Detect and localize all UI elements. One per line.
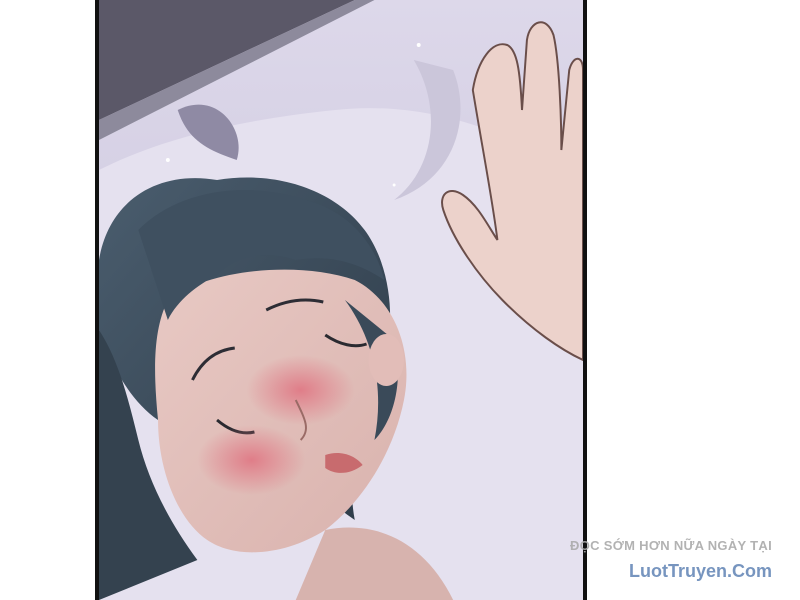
sparkle (416, 43, 421, 47)
blush-right (246, 355, 355, 425)
watermark: ĐỌC SỚM HƠN NỮA NGÀY TẠI LuotTruyen.Com (570, 538, 772, 582)
sparkle (392, 183, 396, 187)
ear (368, 334, 404, 386)
sparkle (165, 158, 170, 162)
comic-illustration (99, 0, 583, 600)
watermark-line-1: ĐỌC SỚM HƠN NỮA NGÀY TẠI (570, 538, 772, 553)
blush-left (197, 425, 306, 495)
page: ĐỌC SỚM HƠN NỮA NGÀY TẠI LuotTruyen.Com (0, 0, 800, 600)
comic-panel (95, 0, 587, 600)
watermark-line-2: LuotTruyen.Com (629, 561, 772, 581)
